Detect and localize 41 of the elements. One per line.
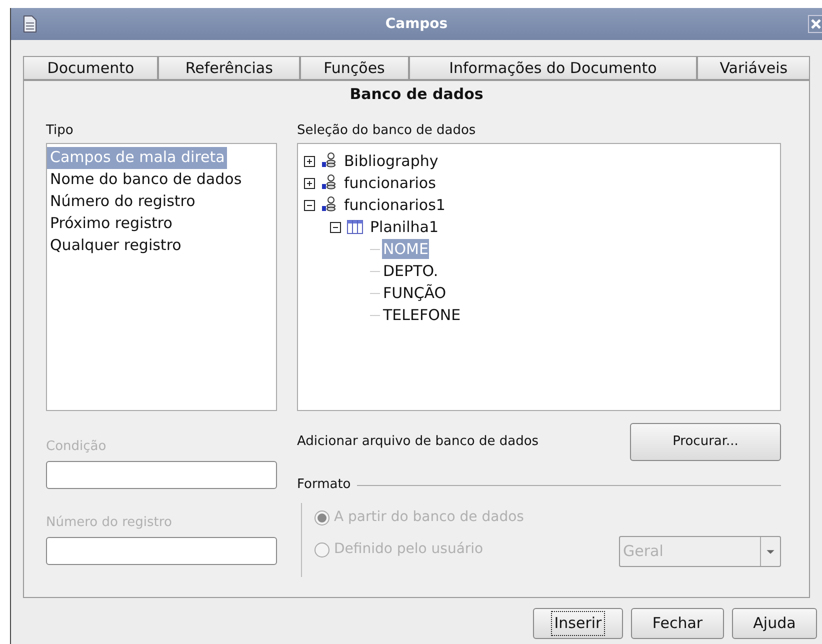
type-item[interactable]: Número do registro: [47, 191, 276, 213]
expand-icon[interactable]: [304, 178, 315, 188]
tab[interactable]: Funções: [300, 56, 409, 80]
collapse-icon[interactable]: [304, 200, 315, 210]
tab[interactable]: Documento: [23, 56, 158, 80]
database-icon: [320, 196, 338, 214]
type-item[interactable]: Nome do banco de dados: [47, 169, 276, 191]
record-number-field[interactable]: [46, 537, 277, 565]
tree-item[interactable]: Bibliography: [343, 151, 440, 171]
tree-item[interactable]: DEPTO.: [382, 261, 440, 281]
type-label: Tipo: [46, 122, 74, 140]
dialog-button[interactable]: Inserir: [533, 608, 623, 639]
format-label: Formato: [297, 476, 351, 494]
collapse-icon[interactable]: [330, 222, 341, 232]
database-selection-label: Seleção do banco de dados: [297, 122, 477, 140]
tab[interactable]: Variáveis: [697, 56, 810, 80]
type-list[interactable]: Campos de mala direta Nome do banco de dados Número do registro Próximo registro Qualquer registro: [46, 143, 277, 411]
tree-item[interactable]: FUNÇÃO: [382, 283, 448, 303]
tree-item[interactable]: Planilha1: [369, 217, 440, 237]
type-item[interactable]: Qualquer registro: [47, 235, 276, 257]
tree-item[interactable]: funcionarios: [343, 173, 437, 193]
dialog-button[interactable]: Ajuda: [732, 608, 817, 639]
tab[interactable]: Banco de dados: [346, 82, 488, 106]
record-number-label: Número do registro: [46, 514, 173, 532]
window-title: Campos: [385, 14, 448, 34]
tab[interactable]: Referências: [158, 56, 300, 80]
add-database-label: Adicionar arquivo de banco de dados: [297, 433, 540, 452]
expand-icon[interactable]: [304, 156, 315, 166]
browse-button[interactable]: Procurar...: [630, 423, 781, 461]
close-icon[interactable]: [808, 15, 822, 33]
tab[interactable]: Informações do Documento: [408, 56, 698, 80]
database-icon: [320, 152, 338, 170]
type-item[interactable]: Próximo registro: [47, 213, 276, 235]
document-icon: [21, 14, 39, 34]
database-icon: [320, 174, 338, 192]
table-icon: [346, 218, 364, 236]
tree-item[interactable]: funcionarios1: [343, 195, 446, 215]
condition-label: Condição: [46, 438, 108, 456]
dialog-button[interactable]: Fechar: [631, 608, 724, 639]
condition-field[interactable]: [46, 461, 277, 489]
tree-item[interactable]: TELEFONE: [382, 305, 462, 325]
